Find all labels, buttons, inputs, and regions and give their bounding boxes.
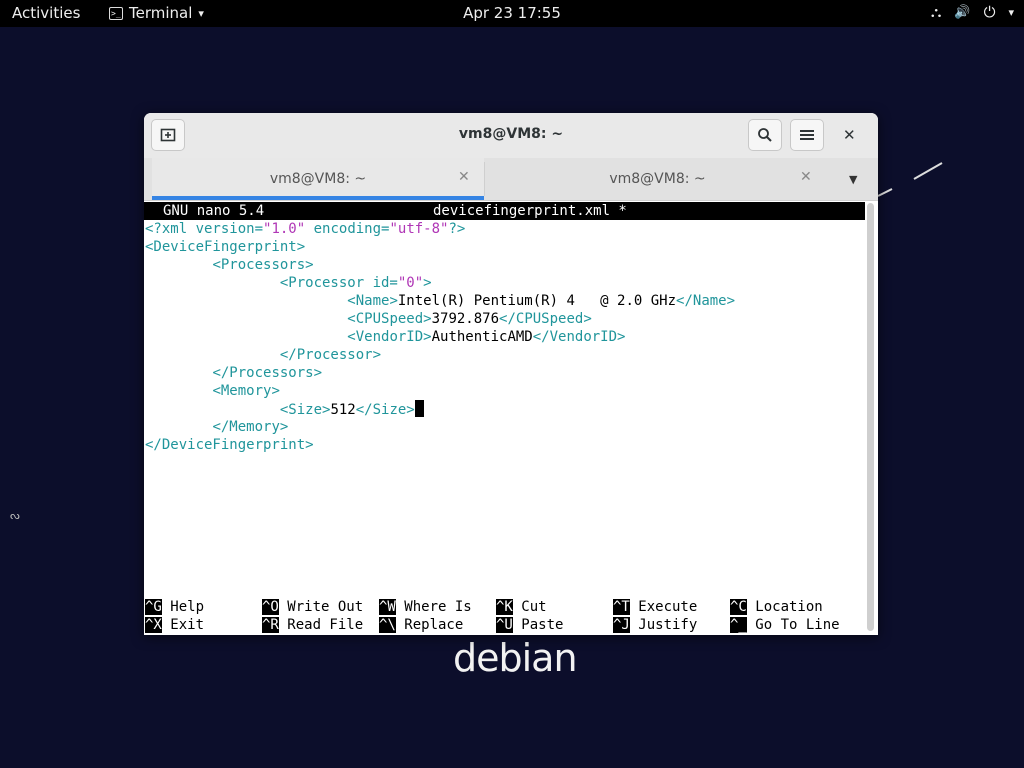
shortcut-read-file[interactable]: ^R Read File — [262, 616, 363, 634]
app-menu-button[interactable]: >_ Terminal ▾ — [109, 4, 204, 22]
shortcut-write-out[interactable]: ^O Write Out — [262, 598, 363, 616]
shortcut-go-to-line[interactable]: ^_ Go To Line — [730, 616, 840, 634]
shortcut-cut[interactable]: ^K Cut — [496, 598, 547, 616]
editor-line: <Size>512</Size> — [145, 400, 424, 418]
editor-line: <Processors> — [212, 257, 314, 273]
new-tab-button[interactable] — [151, 119, 185, 151]
search-icon — [758, 128, 772, 142]
shortcut-paste[interactable]: ^U Paste — [496, 616, 563, 634]
system-status-menu[interactable]: ⛬ 🔊 ⏻ ▾ — [931, 3, 1014, 21]
header-bar: vm8@VM8: ~ ✕ — [144, 113, 878, 159]
shortcut-where-is[interactable]: ^W Where Is — [379, 598, 472, 616]
debian-logo: debian — [453, 636, 578, 680]
search-button[interactable] — [748, 119, 782, 151]
app-menu-label: Terminal — [129, 4, 193, 22]
power-icon: ⏻ — [983, 3, 996, 21]
tab-close-icon[interactable]: ✕ — [458, 169, 470, 185]
terminal-scrollbar[interactable] — [867, 203, 874, 631]
editor-line: </Processors> — [212, 365, 323, 381]
tab-bar: vm8@VM8: ~ ✕ vm8@VM8: ~ ✕ ▼ — [144, 158, 878, 201]
editor-line: <Processor id="0"> — [279, 275, 432, 291]
editor-line: <Memory> — [212, 383, 280, 399]
nano-title-bar: GNU nano 5.4 devicefingerprint.xml * — [144, 202, 865, 220]
nano-filename: devicefingerprint.xml * — [433, 203, 627, 219]
editor-line: <Name>Intel(R) Pentium(R) 4 @ 2.0 GHz</N… — [347, 293, 736, 309]
activities-button[interactable]: Activities — [12, 4, 80, 22]
editor-line: </Processor> — [279, 347, 382, 363]
shortcut-replace[interactable]: ^\ Replace — [379, 616, 463, 634]
editor-line: <CPUSpeed>3792.876</CPUSpeed> — [347, 311, 592, 327]
shortcut-help[interactable]: ^G Help — [145, 598, 204, 616]
terminal-window: vm8@VM8: ~ ✕ vm8@VM8: ~ ✕ vm8@VM8: ~ ✕ ▼… — [144, 113, 878, 635]
close-window-button[interactable]: ✕ — [843, 126, 856, 144]
editor-line: <DeviceFingerprint> — [145, 239, 306, 255]
tab-label: vm8@VM8: ~ — [609, 171, 706, 187]
text-cursor — [414, 400, 424, 417]
tab-label: vm8@VM8: ~ — [269, 171, 367, 187]
chevron-down-icon: ▾ — [198, 6, 204, 20]
tab-close-icon[interactable]: ✕ — [800, 169, 812, 185]
shortcut-execute[interactable]: ^T Execute — [613, 598, 697, 616]
terminal-icon: >_ — [109, 6, 123, 20]
chevron-down-icon: ▾ — [1008, 5, 1014, 19]
network-icon: ⛬ — [930, 3, 942, 21]
new-tab-icon — [160, 128, 176, 142]
editor-line: <?xml version="1.0" encoding="utf-8"?> — [145, 221, 466, 237]
shortcut-exit[interactable]: ^X Exit — [145, 616, 204, 634]
hamburger-menu-button[interactable] — [790, 119, 824, 151]
editor-line: <VendorID>AuthenticAMD</VendorID> — [347, 329, 626, 345]
top-bar: Activities >_ Terminal ▾ Apr 23 17:55 ⛬ … — [0, 0, 1024, 27]
hamburger-menu-icon — [800, 130, 814, 140]
nano-version: GNU nano 5.4 — [163, 203, 265, 219]
tab-2[interactable]: vm8@VM8: ~ ✕ — [485, 158, 830, 200]
shortcut-location[interactable]: ^C Location — [730, 598, 823, 616]
close-icon: ✕ — [843, 126, 856, 144]
terminal-content[interactable]: GNU nano 5.4 devicefingerprint.xml * <?x… — [144, 201, 865, 635]
tab-1[interactable]: vm8@VM8: ~ ✕ — [152, 158, 484, 200]
desktop-swirl-decoration — [877, 162, 943, 197]
shortcut-justify[interactable]: ^J Justify — [613, 616, 697, 634]
editor-line: </Memory> — [212, 419, 289, 435]
tab-list-dropdown-icon[interactable]: ▼ — [849, 173, 857, 186]
desktop-glyph: ᔓ — [10, 509, 20, 522]
editor-line: </DeviceFingerprint> — [145, 437, 314, 453]
volume-icon: 🔊 — [954, 4, 971, 20]
